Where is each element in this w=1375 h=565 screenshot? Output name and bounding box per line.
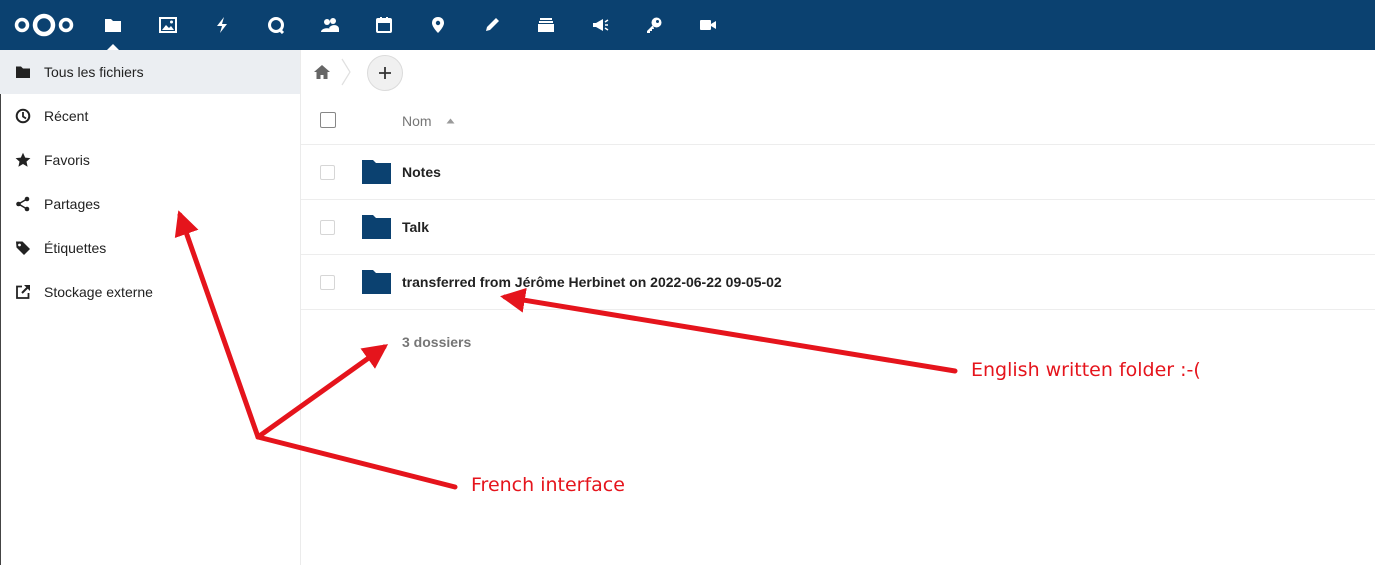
calendar-icon <box>376 17 392 33</box>
sidebar-item-label: Tous les fichiers <box>44 64 144 80</box>
tag-icon <box>16 241 30 255</box>
file-name[interactable]: Notes <box>402 164 441 180</box>
sidebar-item-external-storage[interactable]: Stockage externe <box>0 270 300 314</box>
app-deck[interactable] <box>519 0 573 50</box>
file-name[interactable]: transferred from Jérôme Herbinet on 2022… <box>402 274 782 290</box>
table-row[interactable] <box>301 145 1375 200</box>
breadcrumb <box>301 50 1375 94</box>
external-link-icon <box>16 285 30 299</box>
table-row[interactable] <box>301 200 1375 255</box>
photos-icon <box>159 17 177 33</box>
column-header-name[interactable]: Nom <box>402 113 432 129</box>
sidebar-item-tags[interactable]: Étiquettes <box>0 226 300 270</box>
sidebar-item-favorites[interactable]: Favoris <box>0 138 300 182</box>
notes-icon <box>486 18 499 31</box>
row-checkbox[interactable] <box>320 165 335 180</box>
app-maps[interactable] <box>411 0 465 50</box>
folder-icon <box>16 66 30 78</box>
app-announcements[interactable] <box>573 0 627 50</box>
new-button[interactable] <box>367 55 403 91</box>
row-checkbox[interactable] <box>320 220 335 235</box>
row-checkbox[interactable] <box>320 275 335 290</box>
sidebar-item-label: Récent <box>44 108 89 124</box>
deck-icon <box>538 18 554 32</box>
annotation-french-interface: French interface <box>471 474 625 496</box>
app-notes[interactable] <box>465 0 519 50</box>
folder-icon <box>362 215 391 239</box>
app-calendar[interactable] <box>357 0 411 50</box>
app-video[interactable] <box>681 0 735 50</box>
annotation-english-folder: English written folder :-( <box>971 359 1201 381</box>
activity-icon <box>217 17 227 33</box>
contacts-icon <box>321 18 339 32</box>
file-name[interactable]: Talk <box>402 219 429 235</box>
sidebar-item-label: Étiquettes <box>44 240 107 256</box>
video-icon <box>700 20 716 30</box>
sidebar-item-shares[interactable]: Partages <box>0 182 300 226</box>
app-talk[interactable] <box>249 0 303 50</box>
sidebar-item-label: Stockage externe <box>44 284 153 300</box>
home-icon[interactable] <box>313 64 331 80</box>
chevron-right-icon <box>341 58 351 86</box>
maps-icon <box>432 17 444 33</box>
sidebar-item-all-files[interactable]: Tous les fichiers <box>0 50 300 94</box>
app-files[interactable] <box>86 0 140 50</box>
folder-icon <box>362 160 391 184</box>
app-passwords[interactable] <box>627 0 681 50</box>
share-icon <box>16 196 30 212</box>
star-icon <box>15 152 31 167</box>
clock-icon <box>15 108 31 124</box>
file-summary: 3 dossiers <box>402 334 472 350</box>
nextcloud-logo-icon[interactable] <box>13 12 75 38</box>
sort-ascending-icon[interactable] <box>446 118 455 124</box>
plus-icon <box>379 67 391 79</box>
select-all-checkbox[interactable] <box>320 112 336 128</box>
sidebar-item-label: Partages <box>44 196 101 212</box>
app-contacts[interactable] <box>303 0 357 50</box>
sidebar-item-recent[interactable]: Récent <box>0 94 300 138</box>
announcements-icon <box>593 19 609 31</box>
sidebar-item-label: Favoris <box>44 152 90 168</box>
top-header <box>0 0 1375 50</box>
folder-icon <box>362 270 391 294</box>
files-icon <box>105 19 121 32</box>
file-list-header <box>301 94 1375 145</box>
talk-icon <box>268 17 285 34</box>
app-photos[interactable] <box>141 0 195 50</box>
passwords-icon <box>647 17 662 33</box>
app-activity[interactable] <box>195 0 249 50</box>
